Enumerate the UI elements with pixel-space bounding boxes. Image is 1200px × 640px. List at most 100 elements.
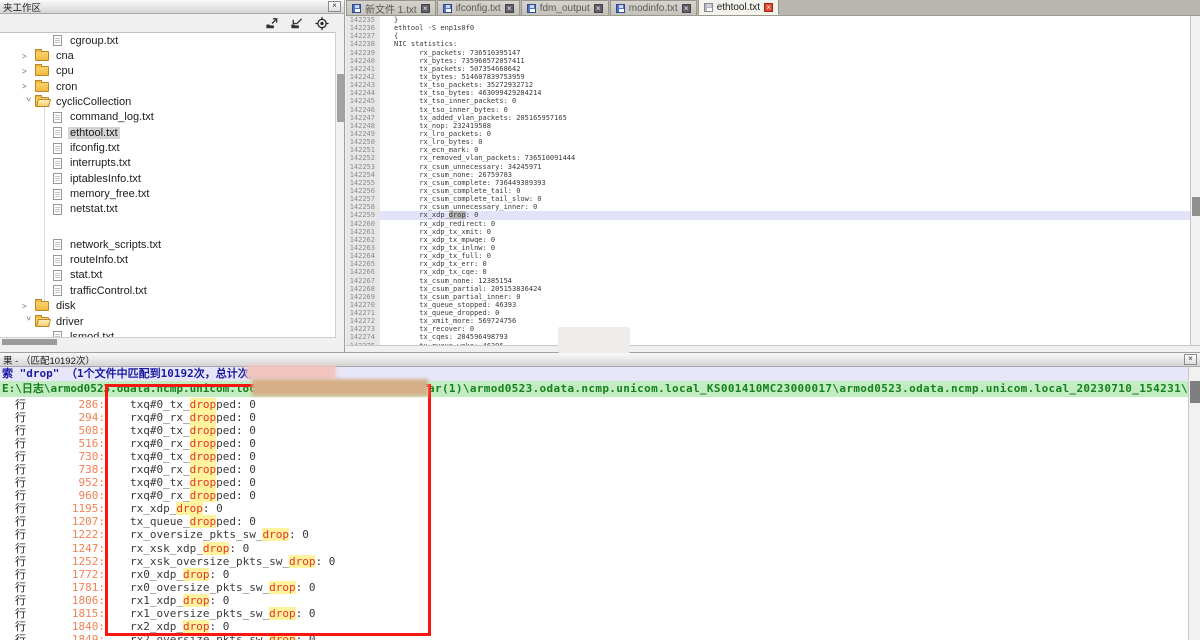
tree-item-cpu[interactable]: >cpu	[0, 64, 336, 79]
tab-ifconfig-txt[interactable]: ifconfig.txt×	[437, 0, 520, 15]
tree-vertical-scrollbar[interactable]	[335, 32, 344, 337]
row-label: 行	[0, 463, 30, 476]
chevron-collapsed-icon[interactable]: >	[22, 82, 35, 91]
floppy-save-icon	[704, 3, 713, 12]
line-text: rx_xdp_redirect: 0	[380, 220, 1190, 228]
chevron-collapsed-icon[interactable]: >	[22, 67, 35, 76]
search-result-row-line-1247[interactable]: 行1247:rx_xsk_xdp_drop: 0	[0, 542, 1180, 555]
close-icon[interactable]: ×	[1184, 354, 1197, 365]
search-result-row-line-1207[interactable]: 行1207:tx_queue_dropped: 0	[0, 515, 1180, 528]
search-result-row-line-738[interactable]: 行738:rxq#0_rx_dropped: 0	[0, 463, 1180, 476]
search-result-row-line-1781[interactable]: 行1781:rx0_oversize_pkts_sw_drop: 0	[0, 581, 1180, 594]
chevron-collapsed-icon[interactable]: >	[22, 302, 35, 311]
tree-item-cycliccollection[interactable]: >cyclicCollection	[0, 94, 336, 109]
chevron-expanded-icon[interactable]: >	[24, 316, 33, 329]
tree-item-iptablesinfo-txt[interactable]: iptablesInfo.txt	[0, 171, 336, 186]
chevron-expanded-icon[interactable]: >	[24, 97, 33, 110]
search-result-row-line-1772[interactable]: 行1772:rx0_xdp_drop: 0	[0, 568, 1180, 581]
floppy-save-icon	[527, 4, 536, 13]
line-text: rx_csum_unnecessary: 34245971	[380, 163, 1190, 171]
search-result-row-line-1815[interactable]: 行1815:rx1_oversize_pkts_sw_drop: 0	[0, 607, 1180, 620]
close-icon[interactable]: ×	[421, 4, 430, 13]
tree-item-lsmod-txt[interactable]: lsmod.txt	[0, 329, 336, 337]
search-result-row-line-1840[interactable]: 行1840:rx2_xdp_drop: 0	[0, 620, 1180, 633]
line-number: 142251	[346, 146, 380, 154]
close-icon[interactable]: ×	[594, 4, 603, 13]
search-result-row-line-1252[interactable]: 行1252:rx_xsk_oversize_pkts_sw_drop: 0	[0, 555, 1180, 568]
results-vertical-scrollbar[interactable]	[1188, 367, 1200, 640]
selected-word: drop	[449, 211, 466, 219]
tab-ethtool-txt[interactable]: ethtool.txt×	[698, 0, 779, 15]
locate-file-icon[interactable]	[314, 16, 330, 31]
file-path-suffix: ar(1)\armod0523.odata.ncmp.unicom.local_…	[428, 381, 1200, 397]
row-label: 行	[0, 594, 30, 607]
match-highlight: drop	[203, 542, 230, 555]
search-result-row-line-952[interactable]: 行952:txq#0_tx_dropped: 0	[0, 476, 1180, 489]
search-result-row-line-1222[interactable]: 行1222:rx_oversize_pkts_sw_drop: 0	[0, 528, 1180, 541]
tree-item-label: netstat.txt	[68, 203, 120, 215]
search-result-row-line-1806[interactable]: 行1806:rx1_xdp_drop: 0	[0, 594, 1180, 607]
result-line-text: txq#0_tx_dropped: 0	[130, 398, 256, 411]
tree-item-interrupts-txt[interactable]: interrupts.txt	[0, 156, 336, 171]
tree-item-trafficcontrol-txt[interactable]: trafficControl.txt	[0, 283, 336, 298]
tab-modinfo-txt[interactable]: modinfo.txt×	[610, 0, 697, 15]
result-file-path-line[interactable]: E:\日志\armod0523.odata.ncmp.unicom.loca a…	[0, 381, 1200, 397]
search-result-row-line-516[interactable]: 行516:rxq#0_rx_dropped: 0	[0, 437, 1180, 450]
tree-item-cgroup-txt[interactable]: cgroup.txt	[0, 33, 336, 48]
scrollbar-thumb[interactable]	[337, 74, 344, 122]
file-icon	[53, 143, 62, 154]
line-text: tx_queue_stopped: 46393	[380, 301, 1190, 309]
line-number: 142274	[346, 333, 380, 341]
search-result-row-line-960[interactable]: 行960:rxq#0_rx_dropped: 0	[0, 489, 1180, 502]
app-window: 夹工作区 × cgroup.txt>cna>cpu>cron>cyclicCol…	[0, 0, 1200, 640]
tree-item-ifconfig-txt[interactable]: ifconfig.txt	[0, 140, 336, 155]
chevron-collapsed-icon[interactable]: >	[22, 52, 35, 61]
tree-item-netstat-txt[interactable]: netstat.txt	[0, 202, 336, 217]
search-summary-line[interactable]: 索 "drop" （1个文件中匹配到10192次，总计次）	[0, 367, 1200, 381]
code-editor[interactable]: 142235}142236ethtool -S enp1s0f0142237{1…	[346, 16, 1190, 345]
search-result-row-line-294[interactable]: 行294:rxq#0_rx_dropped: 0	[0, 411, 1180, 424]
scrollbar-thumb[interactable]	[1192, 197, 1200, 216]
search-result-row-line-730[interactable]: 行730:txq#0_tx_dropped: 0	[0, 450, 1180, 463]
file-icon	[53, 239, 62, 250]
scrollbar-thumb[interactable]	[1190, 381, 1200, 403]
close-icon[interactable]: ×	[328, 1, 341, 12]
file-path-prefix: E:\日志\armod0523.odata.ncmp.unicom.loca	[2, 381, 262, 397]
code-line: 142238NIC statistics:	[346, 40, 1190, 48]
workspace-tree[interactable]: cgroup.txt>cna>cpu>cron>cyclicCollection…	[0, 32, 336, 337]
tree-item-disk[interactable]: >disk	[0, 299, 336, 314]
file-icon	[53, 127, 62, 138]
tree-item-ethtool-txt[interactable]: ethtool.txt	[0, 125, 336, 140]
search-result-row-line-1195[interactable]: 行1195:rx_xdp_drop: 0	[0, 502, 1180, 515]
close-icon[interactable]: ×	[764, 3, 773, 12]
tree-horizontal-scrollbar[interactable]	[0, 337, 336, 345]
code-line: 142274 tx_cqes: 204596498793	[346, 333, 1190, 341]
tree-item-stat-txt[interactable]: stat.txt	[0, 268, 336, 283]
collapse-all-icon[interactable]	[289, 16, 305, 31]
editor-panel: 新文件 1.txt×ifconfig.txt×fdm_output×modinf…	[346, 0, 1200, 352]
search-result-row-line-286[interactable]: 行286:txq#0_tx_dropped: 0	[0, 398, 1180, 411]
tree-item-cna[interactable]: >cna	[0, 48, 336, 63]
tree-item-label: memory_free.txt	[68, 188, 151, 200]
expand-all-icon[interactable]	[264, 16, 280, 31]
search-result-row-line-508[interactable]: 行508:txq#0_tx_dropped: 0	[0, 424, 1180, 437]
scrollbar-thumb[interactable]	[2, 339, 57, 345]
line-text: rx_removed_vlan_packets: 736510091444	[380, 154, 1190, 162]
tree-item-memory-free-txt[interactable]: memory_free.txt	[0, 186, 336, 201]
close-icon[interactable]: ×	[505, 4, 514, 13]
tab-fdm-output[interactable]: fdm_output×	[521, 0, 609, 15]
search-result-row-line-1849[interactable]: 行1849:rx2_oversize_pkts_sw_drop: 0	[0, 633, 1180, 640]
tree-item-driver[interactable]: >driver	[0, 314, 336, 329]
tree-item-cron[interactable]: >cron	[0, 79, 336, 94]
tree-item-routeinfo-txt[interactable]: routeInfo.txt	[0, 252, 336, 267]
tree-item-network-scripts-txt[interactable]: network_scripts.txt	[0, 237, 336, 252]
close-icon[interactable]: ×	[682, 4, 691, 13]
line-text: tx_packets: 507354668642	[380, 65, 1190, 73]
result-line-number: 516:	[30, 437, 105, 450]
tab-1-txt[interactable]: 新文件 1.txt×	[346, 0, 436, 15]
result-line-number: 730:	[30, 450, 105, 463]
editor-vertical-scrollbar[interactable]	[1190, 16, 1200, 345]
tree-item-command-log-txt[interactable]: command_log.txt	[0, 110, 336, 125]
result-rows-list: 行286:txq#0_tx_dropped: 0行294:rxq#0_rx_dr…	[0, 398, 1180, 640]
editor-horizontal-scrollbar[interactable]	[346, 345, 1200, 352]
